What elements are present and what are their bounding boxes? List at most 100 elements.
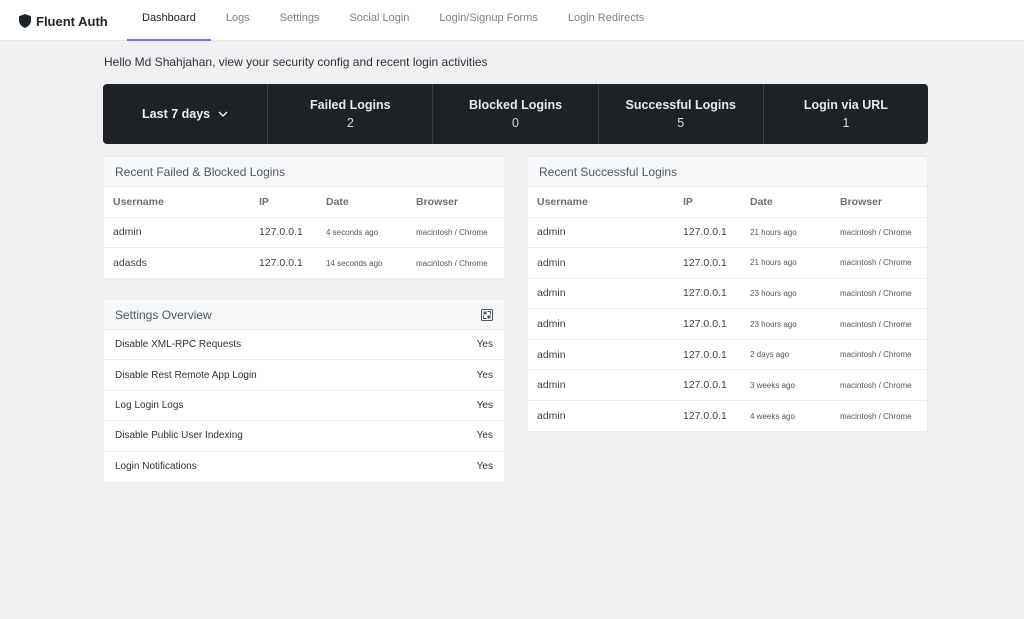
nav-login-redirects[interactable]: Login Redirects — [553, 0, 659, 41]
cell-date: 23 hours ago — [741, 278, 831, 310]
cell-date: 21 hours ago — [741, 247, 831, 279]
cell-date: 23 hours ago — [741, 308, 831, 340]
settings-row: Log Login Logs Yes — [104, 391, 504, 422]
cell-username: admin — [528, 369, 674, 402]
cell-browser: macintosh / Chrome — [840, 411, 912, 421]
nav-login-signup-forms[interactable]: Login/Signup Forms — [424, 0, 552, 41]
cell-browser: macintosh / Chrome — [831, 278, 927, 310]
top-nav-bar: Fluent Auth Dashboard Logs Settings Soci… — [0, 0, 1024, 41]
cell-ip: 127.0.0.1 — [259, 257, 303, 270]
stat-label: Blocked Logins — [468, 98, 563, 112]
cell-username: adasds — [113, 257, 147, 270]
setting-value: Yes — [476, 461, 493, 473]
settings-link-icon[interactable] — [481, 308, 493, 321]
nav-settings[interactable]: Settings — [265, 0, 335, 41]
stat-login-via-url: Login via URL 1 — [764, 84, 928, 144]
table-row: adasds 127.0.0.1 14 seconds ago macintos… — [104, 248, 504, 279]
table-row: admin 127.0.0.1 23 hours ago macintosh /… — [528, 278, 927, 310]
cell-username: admin — [528, 339, 674, 371]
setting-value: Yes — [476, 339, 493, 351]
setting-value: Yes — [476, 399, 493, 411]
cell-browser: macintosh / Chrome — [831, 247, 927, 279]
cell-browser: macintosh / Chrome — [831, 217, 927, 249]
setting-value: Yes — [476, 369, 493, 381]
table-header-row: Username IP Date Browser — [104, 187, 504, 218]
settings-row: Disable Public User Indexing Yes — [104, 421, 504, 452]
table-row: admin 127.0.0.1 21 hours ago macintosh /… — [528, 247, 927, 279]
stat-value: 5 — [677, 116, 685, 130]
failed-logins-card: Recent Failed & Blocked Logins Username … — [103, 156, 505, 280]
card-title: Settings Overview — [115, 307, 212, 322]
cell-browser: macintosh / Chrome — [831, 369, 927, 402]
date-range-label: Last 7 days — [142, 107, 211, 121]
nav-logs[interactable]: Logs — [211, 0, 265, 41]
nav-social-login[interactable]: Social Login — [334, 0, 424, 41]
greeting-text: Hello Md Shahjahan, view your security c… — [104, 55, 488, 69]
cell-browser: macintosh / Chrome — [831, 308, 927, 340]
chevron-down-icon — [218, 111, 228, 117]
cell-date: 2 days ago — [741, 339, 831, 371]
setting-label: Disable Public User Indexing — [115, 430, 243, 442]
card-header: Recent Successful Logins — [528, 157, 927, 187]
table-row: admin 127.0.0.1 21 hours ago macintosh /… — [528, 217, 927, 249]
table-row: admin 127.0.0.1 2 days ago macintosh / C… — [528, 339, 927, 371]
stat-label: Failed Logins — [310, 98, 391, 112]
cell-username: admin — [528, 308, 674, 340]
stat-blocked-logins: Blocked Logins 0 — [433, 84, 599, 144]
column-header: Browser — [831, 187, 927, 218]
successful-logins-card: Recent Successful Logins Username IP Dat… — [527, 156, 928, 433]
cell-browser: macintosh / Chrome — [416, 258, 488, 268]
setting-label: Disable XML-RPC Requests — [115, 339, 242, 351]
stat-value: 2 — [346, 116, 354, 130]
cell-date: 21 hours ago — [741, 217, 831, 249]
column-header: Browser — [407, 187, 504, 218]
cell-username: admin — [528, 217, 674, 249]
stat-value: 1 — [842, 116, 850, 130]
successful-logins-table: Username IP Date Browser admin 127.0.0.1… — [528, 187, 927, 431]
column-header: Date — [317, 187, 407, 218]
stat-failed-logins: Failed Logins 2 — [268, 84, 434, 144]
table-row: admin 127.0.0.1 3 weeks ago macintosh / … — [528, 369, 927, 402]
settings-row: Disable XML-RPC Requests Yes — [104, 330, 504, 361]
stat-successful-logins: Successful Logins 5 — [599, 84, 764, 144]
brand-name: Fluent Auth — [36, 13, 108, 29]
card-title: Recent Successful Logins — [539, 164, 678, 179]
stats-bar: Last 7 days Failed Logins 2 Blocked Logi… — [103, 84, 928, 144]
column-header: Username — [528, 187, 674, 218]
column-header: Date — [741, 187, 831, 218]
table-row: admin 127.0.0.1 23 hours ago macintosh /… — [528, 308, 927, 340]
cell-ip: 127.0.0.1 — [250, 217, 317, 249]
stat-label: Login via URL — [803, 98, 888, 112]
cell-ip: 127.0.0.1 — [674, 278, 741, 310]
setting-label: Log Login Logs — [115, 399, 184, 411]
brand[interactable]: Fluent Auth — [19, 12, 108, 30]
table-row: admin 127.0.0.1 4 weeks ago macintosh / … — [528, 401, 927, 432]
card-header: Recent Failed & Blocked Logins — [104, 157, 504, 187]
cell-date: 14 seconds ago — [326, 258, 383, 268]
date-range-dropdown[interactable]: Last 7 days — [103, 84, 269, 144]
cell-username: admin — [528, 278, 674, 310]
cell-username: admin — [537, 410, 566, 423]
cell-ip: 127.0.0.1 — [674, 339, 741, 371]
table-header-row: Username IP Date Browser — [528, 187, 927, 218]
cell-ip: 127.0.0.1 — [674, 247, 741, 279]
shield-icon — [19, 14, 31, 28]
column-header: IP — [674, 187, 741, 218]
cell-date: 4 weeks ago — [750, 411, 795, 421]
setting-value: Yes — [476, 430, 493, 442]
settings-overview-card: Settings Overview Disable XML-RPC Reques… — [103, 299, 505, 483]
cell-date: 4 seconds ago — [317, 217, 407, 249]
settings-row: Login Notifications Yes — [104, 452, 504, 482]
stat-label: Successful Logins — [625, 98, 736, 112]
cell-ip: 127.0.0.1 — [683, 410, 727, 423]
cell-ip: 127.0.0.1 — [674, 308, 741, 340]
cell-ip: 127.0.0.1 — [674, 217, 741, 249]
nav-dashboard[interactable]: Dashboard — [127, 0, 211, 41]
cell-ip: 127.0.0.1 — [674, 369, 741, 402]
cell-username: admin — [528, 247, 674, 279]
card-title: Recent Failed & Blocked Logins — [115, 164, 286, 179]
settings-row: Disable Rest Remote App Login Yes — [104, 360, 504, 391]
table-row: admin 127.0.0.1 4 seconds ago macintosh … — [104, 217, 504, 249]
cell-username: admin — [104, 217, 250, 249]
cell-browser: macintosh / Chrome — [831, 339, 927, 371]
